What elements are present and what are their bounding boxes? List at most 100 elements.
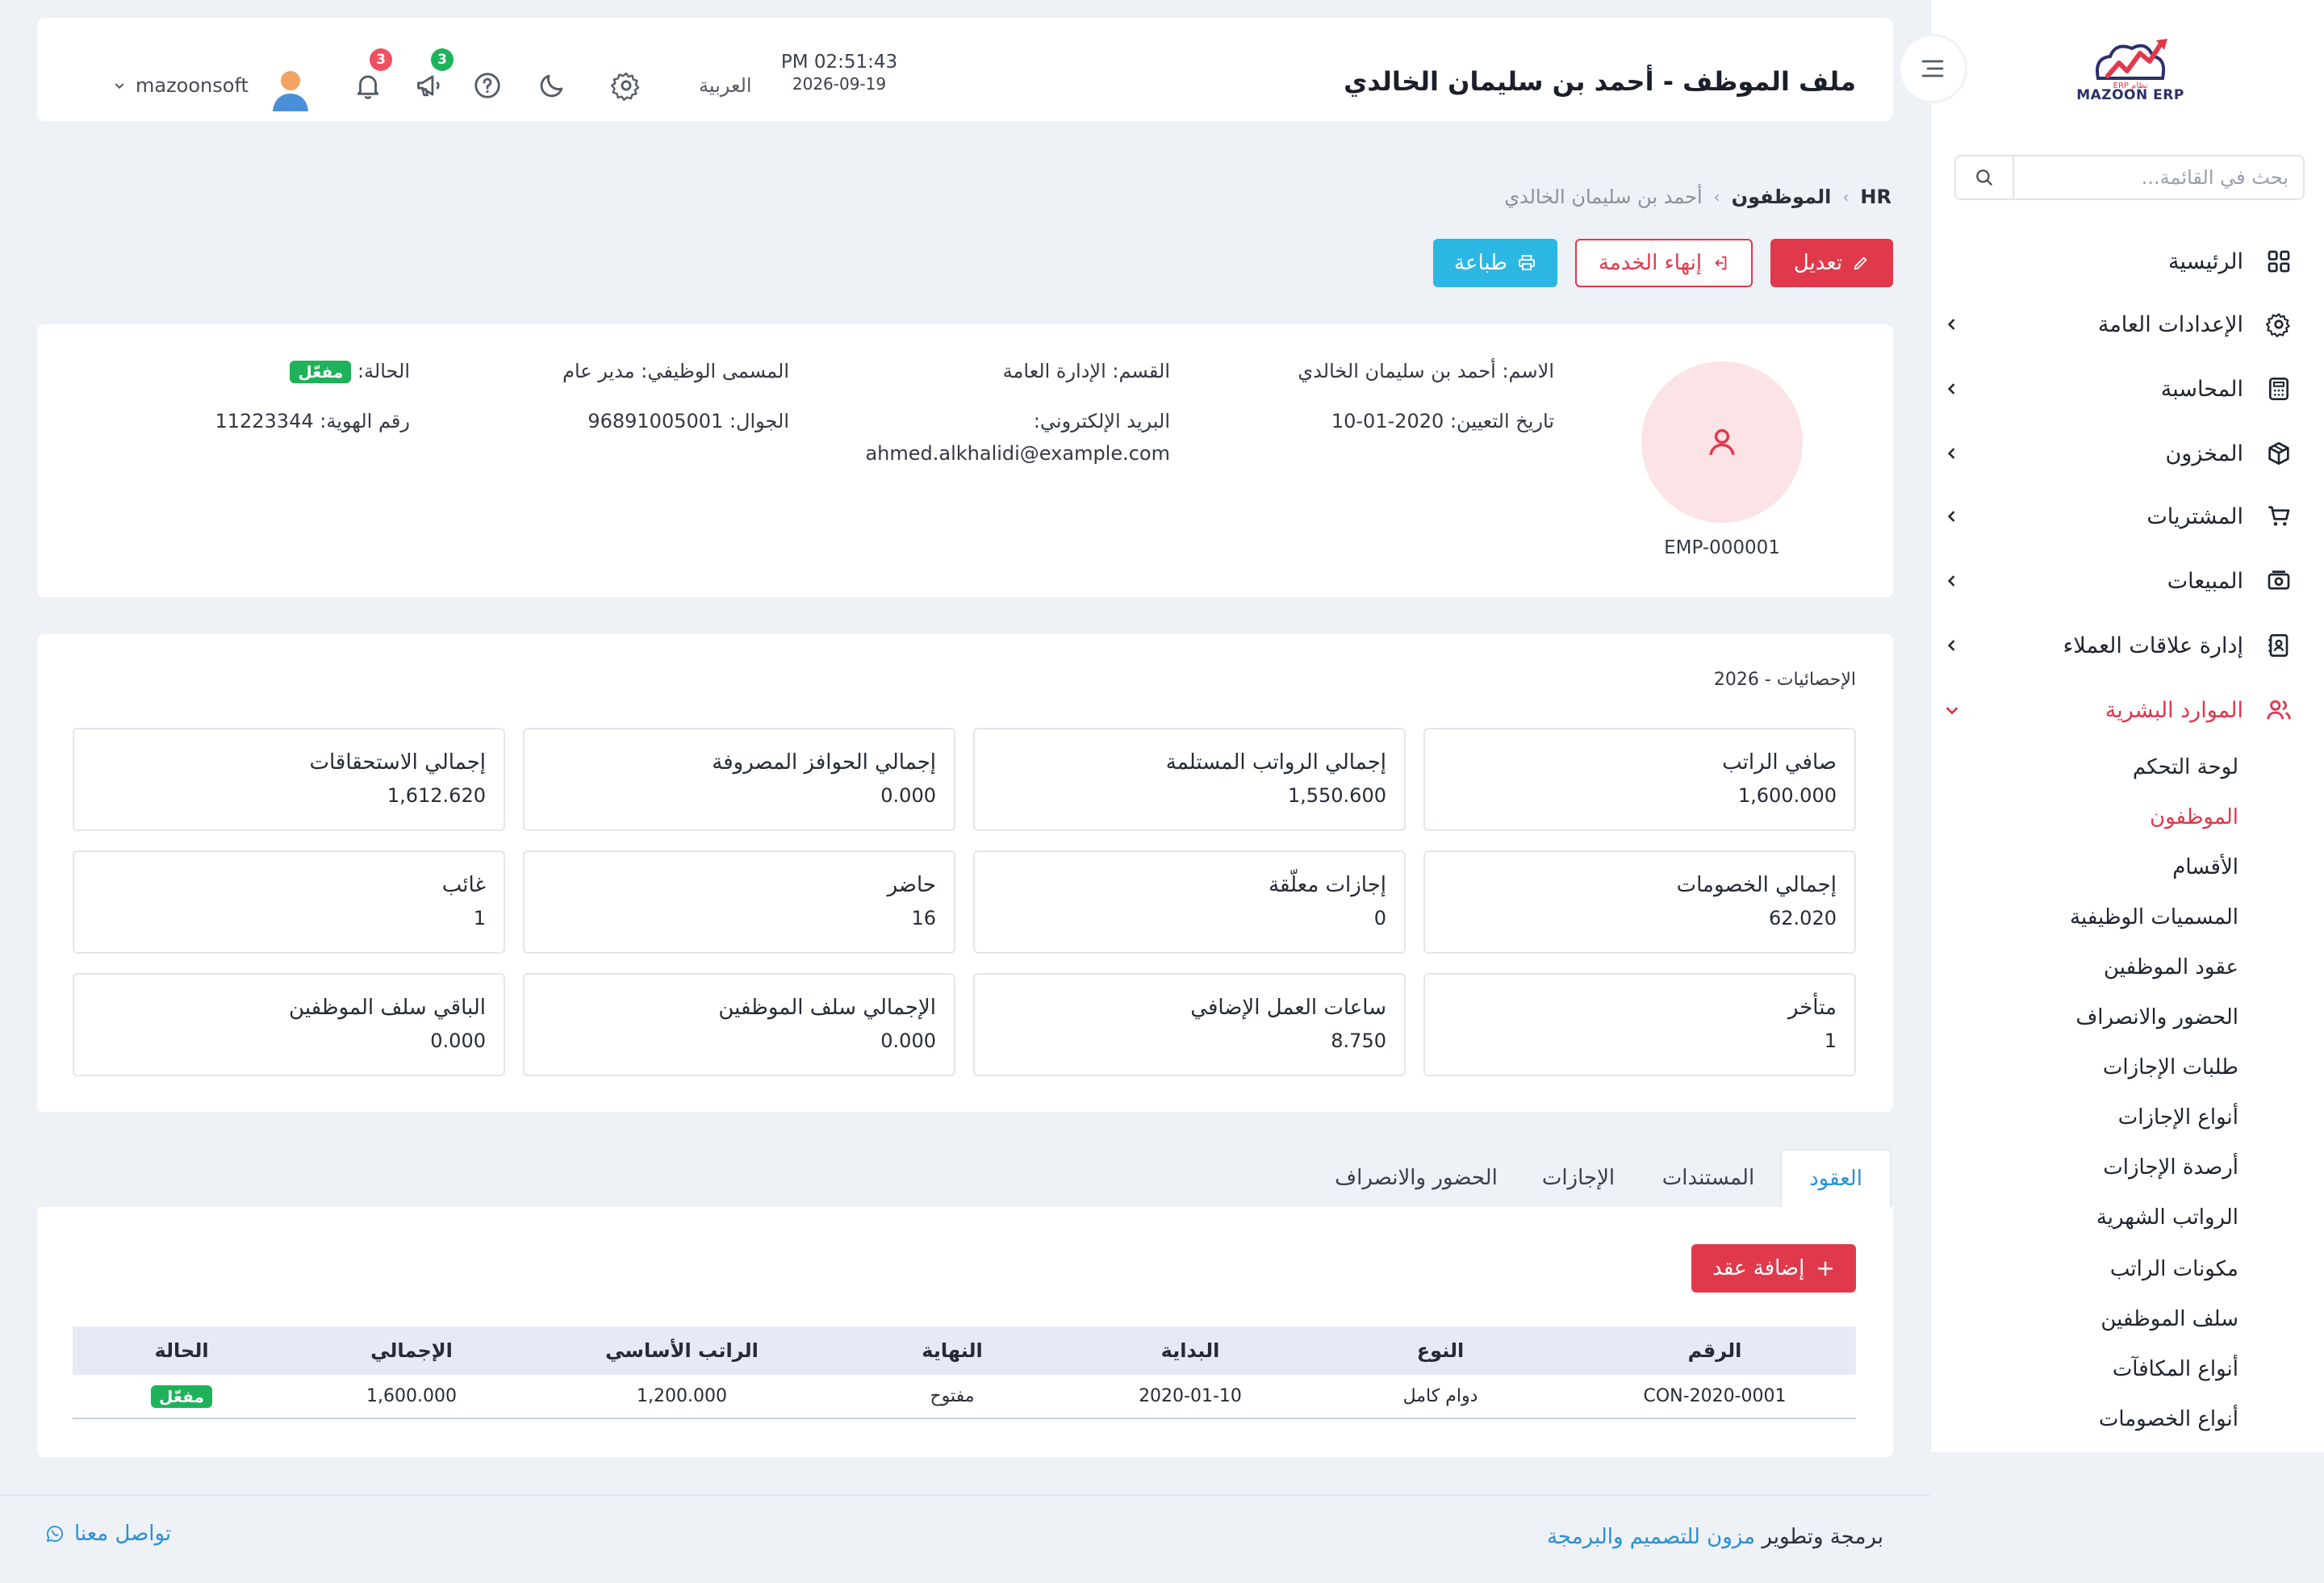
employee-profile-card: EMP-000001 الاسم: أحمد بن سليمان الخالدي… bbox=[37, 324, 1893, 597]
sidebar-item-purchases[interactable]: المشتريات bbox=[1940, 494, 2295, 539]
menu-icon bbox=[1921, 60, 1944, 77]
chevron-left-icon bbox=[1940, 312, 1964, 336]
plus-icon: + bbox=[1816, 1255, 1835, 1281]
sidebar-item-general-settings[interactable]: الإعدادات العامة bbox=[1940, 302, 2295, 347]
sidebar-subitem-bonus-types[interactable]: أنواع المكافآت bbox=[2113, 1357, 2238, 1393]
terminate-service-button[interactable]: إنهاء الخدمة bbox=[1575, 239, 1753, 287]
sidebar-subitem-deduction-types[interactable]: أنواع الخصومات bbox=[2099, 1407, 2238, 1443]
field-mobile-label: الجوال: bbox=[729, 410, 789, 432]
sidebar-item-hr[interactable]: الموارد البشرية bbox=[1940, 687, 2295, 733]
footer-credit-link[interactable]: مزون للتصميم والبرمجة bbox=[1547, 1525, 1755, 1549]
stat-value: 0 bbox=[1373, 907, 1386, 929]
sidebar-subitem-contracts[interactable]: عقود الموظفين bbox=[2104, 955, 2238, 991]
notifications-button[interactable]: 3 bbox=[350, 48, 392, 103]
field-department-value: الإدارة العامة bbox=[1002, 360, 1106, 382]
sidebar-subitem-salary-components[interactable]: مكونات الراتب bbox=[2110, 1257, 2238, 1293]
sidebar-item-label: إدارة علاقات العملاء bbox=[2063, 633, 2243, 658]
stat-salaries-received: إجمالي الرواتب المستلمة 1,550.600 bbox=[973, 728, 1406, 831]
sidebar-search bbox=[1954, 155, 2305, 200]
sidebar-item-inventory[interactable]: المخزون bbox=[1940, 431, 2295, 476]
search-icon bbox=[1976, 169, 1992, 186]
logo-text: MAZOON ERP bbox=[2076, 87, 2184, 103]
user-icon bbox=[1709, 428, 1735, 456]
tab-attendance[interactable]: الحضور والانصراف bbox=[1317, 1149, 1515, 1207]
field-id-number-label: رقم الهوية: bbox=[320, 410, 410, 432]
stat-incentives-paid: إجمالي الحوافز المصروفة 0.000 bbox=[523, 728, 955, 831]
tab-leaves[interactable]: الإجازات bbox=[1519, 1149, 1638, 1207]
app-logo[interactable]: ERP نظام MAZOON ERP bbox=[2066, 34, 2195, 115]
statistics-title: الإحصائيات - 2026 bbox=[1713, 670, 1856, 690]
sidebar-search-input[interactable] bbox=[2014, 157, 2303, 198]
sidebar-item-sales[interactable]: المبيعات bbox=[1940, 558, 2295, 604]
sidebar-subitem-leave-requests[interactable]: طلبات الإجازات bbox=[2103, 1055, 2238, 1091]
employee-code: EMP-000001 bbox=[1664, 537, 1780, 558]
sidebar-subitem-leave-types[interactable]: أنواع الإجازات bbox=[2118, 1105, 2238, 1141]
sidebar-item-label: المشتريات bbox=[2146, 503, 2243, 529]
stat-label: إجمالي الرواتب المستلمة bbox=[1165, 750, 1386, 775]
sidebar-subitem-leave-balances[interactable]: أرصدة الإجازات bbox=[2103, 1155, 2238, 1191]
tab-documents[interactable]: المستندات bbox=[1640, 1149, 1777, 1207]
field-name-value: أحمد بن سليمان الخالدي bbox=[1298, 360, 1496, 382]
table-row[interactable]: CON-2020-0001 دوام كامل 2020-01-10 مفتوح… bbox=[73, 1375, 1856, 1419]
username: mazoonsoft bbox=[136, 74, 249, 97]
sidebar-toggle-button[interactable] bbox=[1898, 34, 1967, 103]
field-mobile: الجوال: 96891005001 bbox=[587, 410, 789, 432]
employee-avatar bbox=[1641, 361, 1803, 523]
statistics-card: الإحصائيات - 2026 صافي الراتب 1,600.000 … bbox=[37, 634, 1893, 1112]
megaphone-icon bbox=[417, 75, 440, 97]
column-header-start[interactable]: البداية bbox=[1073, 1326, 1307, 1375]
sidebar-subitem-attendance[interactable]: الحضور والانصراف bbox=[2075, 1005, 2238, 1041]
sidebar-subitem-departments[interactable]: الأقسام bbox=[2172, 855, 2238, 891]
column-header-total[interactable]: الإجمالي bbox=[290, 1326, 533, 1375]
cell-basic-salary-value: 1,200.000 bbox=[637, 1386, 727, 1406]
tab-contracts[interactable]: العقود bbox=[1780, 1149, 1891, 1207]
column-header-type[interactable]: النوع bbox=[1307, 1326, 1574, 1375]
chevron-down-icon bbox=[115, 83, 124, 90]
edit-button[interactable]: تعديل bbox=[1770, 239, 1893, 287]
add-contract-label: إضافة عقد bbox=[1712, 1256, 1805, 1280]
breadcrumb-employees[interactable]: الموظفون bbox=[1732, 186, 1832, 208]
field-department-label: القسم: bbox=[1112, 360, 1170, 382]
search-button[interactable] bbox=[1956, 157, 2014, 198]
settings-button[interactable] bbox=[608, 68, 644, 103]
dark-mode-toggle[interactable] bbox=[534, 68, 570, 103]
breadcrumb-root[interactable]: HR bbox=[1860, 186, 1891, 208]
cell-start: 2020-01-10 bbox=[1073, 1375, 1307, 1419]
avatar[interactable] bbox=[270, 68, 311, 113]
sidebar-subitem-advances[interactable]: سلف الموظفين bbox=[2100, 1307, 2238, 1343]
add-contract-button[interactable]: + إضافة عقد bbox=[1691, 1244, 1856, 1293]
column-header-end[interactable]: النهاية bbox=[831, 1326, 1073, 1375]
print-button[interactable]: طباعة bbox=[1433, 239, 1557, 287]
sidebar-subitem-job-titles[interactable]: المسميات الوظيفية bbox=[2070, 905, 2238, 941]
stat-value: 1,550.600 bbox=[1287, 784, 1386, 807]
sidebar-item-home[interactable]: الرئيسية bbox=[1940, 239, 2295, 284]
announcements-button[interactable]: 3 bbox=[412, 48, 454, 103]
breadcrumb: HR ‹ الموظفون ‹ أحمد بن سليمان الخالدي bbox=[1504, 186, 1891, 208]
sidebar-subitem-dashboard[interactable]: لوحة التحكم bbox=[2133, 755, 2238, 791]
stat-value: 8.750 bbox=[1331, 1030, 1386, 1052]
top-header: ملف الموظف - أحمد بن سليمان الخالدي PM 0… bbox=[37, 18, 1893, 121]
cart-icon bbox=[2263, 500, 2295, 533]
box-icon bbox=[2263, 437, 2295, 470]
help-button[interactable] bbox=[470, 68, 505, 103]
clock-date: 2026-09-19 bbox=[792, 74, 887, 94]
stat-total-entitlements: إجمالي الاستحقاقات 1,612.620 bbox=[73, 728, 505, 831]
column-header-basic-salary[interactable]: الراتب الأساسي bbox=[533, 1326, 831, 1375]
column-header-status[interactable]: الحالة bbox=[73, 1326, 290, 1375]
sidebar-item-label: المخزون bbox=[2165, 441, 2243, 466]
contacts-book-icon bbox=[2263, 629, 2295, 662]
footer-divider bbox=[0, 1494, 1930, 1496]
table-header-row: الرقم النوع البداية النهاية الراتب الأسا… bbox=[73, 1326, 1856, 1375]
column-header-number[interactable]: الرقم bbox=[1574, 1326, 1856, 1375]
chevron-left-icon bbox=[1940, 377, 1964, 401]
cell-basic-salary: 1,200.000 bbox=[533, 1375, 831, 1419]
user-menu[interactable]: mazoonsoft bbox=[113, 74, 249, 97]
sidebar-subitem-employees[interactable]: الموظفون bbox=[2150, 805, 2238, 841]
stat-overtime-hours: ساعات العمل الإضافي 8.750 bbox=[973, 973, 1406, 1076]
contact-us-link[interactable]: تواصل معنا bbox=[45, 1522, 171, 1546]
chevron-left-icon bbox=[1940, 569, 1964, 593]
sidebar-subitem-payroll[interactable]: الرواتب الشهرية bbox=[2096, 1205, 2238, 1241]
language-switcher[interactable]: العربية bbox=[699, 74, 752, 97]
sidebar-item-accounting[interactable]: المحاسبة bbox=[1940, 366, 2295, 411]
sidebar-item-crm[interactable]: إدارة علاقات العملاء bbox=[1940, 623, 2295, 668]
